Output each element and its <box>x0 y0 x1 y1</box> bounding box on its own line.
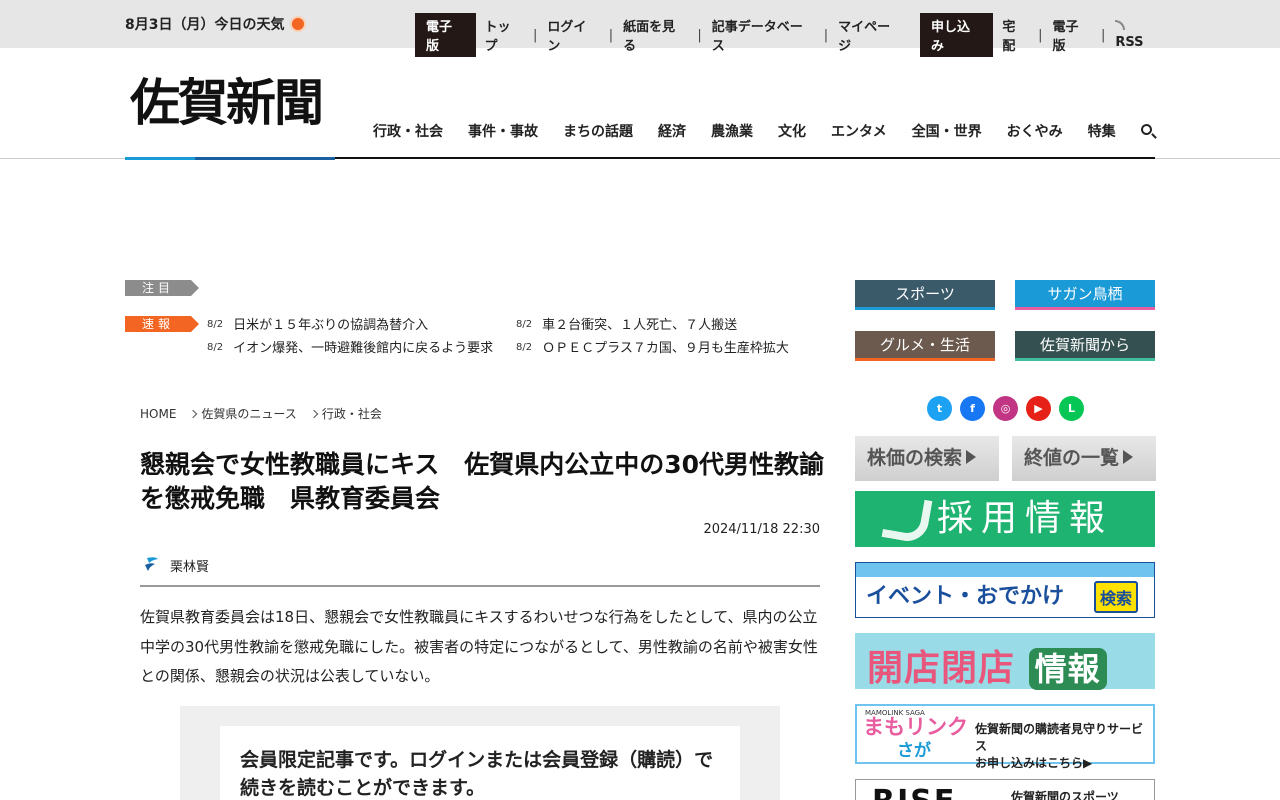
site-logo[interactable]: 佐賀新聞 <box>130 78 324 128</box>
attention-label: 注目 <box>125 280 199 296</box>
nav-zenkoku[interactable]: 全国・世界 <box>912 121 982 141</box>
nav-gyosei[interactable]: 行政・社会 <box>373 121 443 141</box>
rss-icon <box>1115 20 1126 30</box>
category-gourmet-button[interactable]: グルメ・生活 <box>855 331 995 361</box>
top-link[interactable]: トップ <box>485 16 524 54</box>
rss-link[interactable]: RSS <box>1115 20 1155 50</box>
mypage-link[interactable]: マイページ <box>838 16 902 54</box>
recruit-banner[interactable]: 採用情報 <box>855 491 1155 547</box>
nav-keizai[interactable]: 経済 <box>658 121 686 141</box>
store-open-close-banner[interactable]: 開店閉店 情報 <box>855 633 1155 690</box>
category-sports-button[interactable]: スポーツ <box>855 280 995 310</box>
apply-tag: 申し込み <box>920 13 994 57</box>
utility-nav: 電子版 トップ | ログイン | 紙面を見る | 記事データベース | マイペー… <box>415 13 1155 57</box>
nav-entame[interactable]: エンタメ <box>831 121 887 141</box>
breadcrumb-saga-news[interactable]: 佐賀県のニュース <box>201 405 296 422</box>
weather-text: 8月3日（月）今日の天気 <box>125 17 285 33</box>
event-search-banner[interactable]: イベント・おでかけ 検索 <box>855 562 1155 618</box>
nav-bunka[interactable]: 文化 <box>778 121 806 141</box>
youtube-icon[interactable]: ▶ <box>1026 396 1051 421</box>
article-divider <box>140 585 820 587</box>
nav-okuyami[interactable]: おくやみ <box>1007 121 1063 141</box>
rise-sports-banner[interactable]: RISE 佐賀新聞のスポーツ <box>855 779 1155 800</box>
chevron-right-icon <box>189 409 198 418</box>
nav-machi[interactable]: まちの話題 <box>563 121 633 141</box>
nav-tokushu[interactable]: 特集 <box>1088 121 1116 141</box>
nav-nogyo[interactable]: 農漁業 <box>711 121 753 141</box>
paywall-message: 会員限定記事です。ログインまたは会員登録（購読）で続きを読むことができます。 <box>220 726 740 800</box>
digital-edition-tag: 電子版 <box>415 13 476 57</box>
main-nav: 行政・社会 事件・事故 まちの話題 経済 農漁業 文化 エンタメ 全国・世界 お… <box>373 121 1141 141</box>
stock-close-list-button[interactable]: 終値の一覧 <box>1012 436 1156 481</box>
category-from-saga-shimbun-button[interactable]: 佐賀新聞から <box>1015 331 1155 361</box>
article-date: 2024/11/18 22:30 <box>703 522 820 537</box>
line-icon[interactable]: L <box>1059 396 1084 421</box>
mamolink-banner[interactable]: MAMOLINK SAGA まもリンク さが 佐賀新聞の購読者見守りサービス お… <box>855 704 1155 770</box>
paywall-box: 会員限定記事です。ログインまたは会員登録（購読）で続きを読むことができます。 <box>180 706 780 800</box>
chevron-right-icon <box>309 409 319 418</box>
author-name[interactable]: 栗林賢 <box>170 556 209 575</box>
play-icon <box>1123 450 1134 464</box>
breaking-news-item[interactable]: 8/2 ＯＰＥＣプラス７カ国、９月も生産枠拡大 <box>516 337 789 356</box>
search-icon[interactable] <box>1141 124 1152 135</box>
nav-jiken[interactable]: 事件・事故 <box>468 121 538 141</box>
home-delivery-link[interactable]: 宅配 <box>1002 16 1028 54</box>
breaking-news-item[interactable]: 8/2 日米が１５年ぶりの協調為替介入 <box>207 314 428 333</box>
breaking-label: 速報 <box>125 316 199 332</box>
utility-bar: 8月3日（月）今日の天気 電子版 トップ | ログイン | 紙面を見る | 記事… <box>0 0 1280 57</box>
breaking-news-item[interactable]: 8/2 イオン爆発、一時避難後館内に戻るよう要求 <box>207 337 493 356</box>
category-sagan-tosu-button[interactable]: サガン鳥栖 <box>1015 280 1155 310</box>
breaking-news-item[interactable]: 8/2 車２台衝突、１人死亡、７人搬送 <box>516 314 737 333</box>
play-icon <box>966 450 977 464</box>
instagram-icon[interactable]: ◎ <box>993 396 1018 421</box>
stock-search-button[interactable]: 株価の検索 <box>855 436 999 481</box>
facebook-icon[interactable]: f <box>960 396 985 421</box>
article-body: 佐賀県教育委員会は18日、懇親会で女性教職員にキスするわいせつな行為をしたとして… <box>140 608 818 685</box>
breadcrumb-home[interactable]: HOME <box>140 407 176 421</box>
twitter-icon[interactable]: t <box>927 396 952 421</box>
swoosh-icon <box>881 493 933 545</box>
article-title: 懇親会で女性教職員にキス 佐賀県内公立中の30代男性教諭を懲戒免職 県教育委員会 <box>140 450 825 513</box>
login-link[interactable]: ログイン <box>547 16 598 54</box>
digital-apply-link[interactable]: 電子版 <box>1052 16 1091 54</box>
view-paper-link[interactable]: 紙面を見る <box>623 16 687 54</box>
article-database-link[interactable]: 記事データベース <box>712 16 814 54</box>
sun-icon <box>292 18 305 30</box>
event-search-button: 検索 <box>1093 581 1138 613</box>
breadcrumb-gyosei[interactable]: 行政・社会 <box>322 405 382 422</box>
weather-link[interactable]: 8月3日（月）今日の天気 <box>125 14 305 34</box>
breadcrumb: HOME 佐賀県のニュース 行政・社会 <box>140 405 382 422</box>
author-icon <box>145 557 158 571</box>
